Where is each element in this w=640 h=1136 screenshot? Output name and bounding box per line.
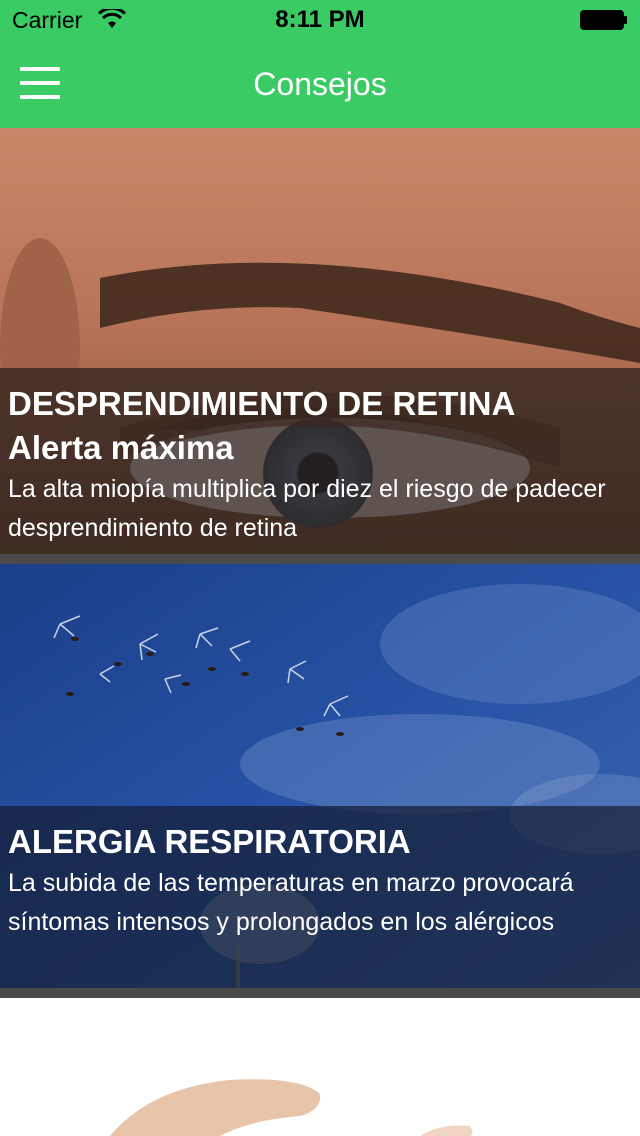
divider bbox=[0, 988, 640, 998]
hand-photo bbox=[0, 998, 640, 1136]
card-title: ALERGIA RESPIRATORIA bbox=[8, 823, 411, 860]
card-caption: DESPRENDIMIENTO DE RETINA Alerta máxima … bbox=[0, 368, 640, 554]
card-title: DESPRENDIMIENTO DE RETINA Alerta máxima bbox=[8, 385, 516, 466]
card-caption: ALERGIA RESPIRATORIA La subida de las te… bbox=[0, 806, 640, 990]
page-title: Consejos bbox=[253, 66, 387, 102]
battery-icon bbox=[580, 10, 627, 30]
clock: 8:11 PM bbox=[275, 6, 365, 33]
article-card-alergia[interactable]: ALERGIA RESPIRATORIA La subida de las te… bbox=[0, 564, 640, 990]
card-description: La subida de las temperaturas en marzo p… bbox=[8, 869, 574, 936]
article-card-3[interactable] bbox=[0, 998, 640, 1136]
article-card-retina[interactable]: DESPRENDIMIENTO DE RETINA Alerta máxima … bbox=[0, 128, 640, 554]
status-bar: Carrier 8:11 PM bbox=[0, 0, 640, 40]
divider bbox=[0, 554, 640, 564]
nav-bar: Consejos bbox=[0, 40, 640, 128]
card-description: La alta miopía multiplica por diez el ri… bbox=[8, 475, 606, 542]
